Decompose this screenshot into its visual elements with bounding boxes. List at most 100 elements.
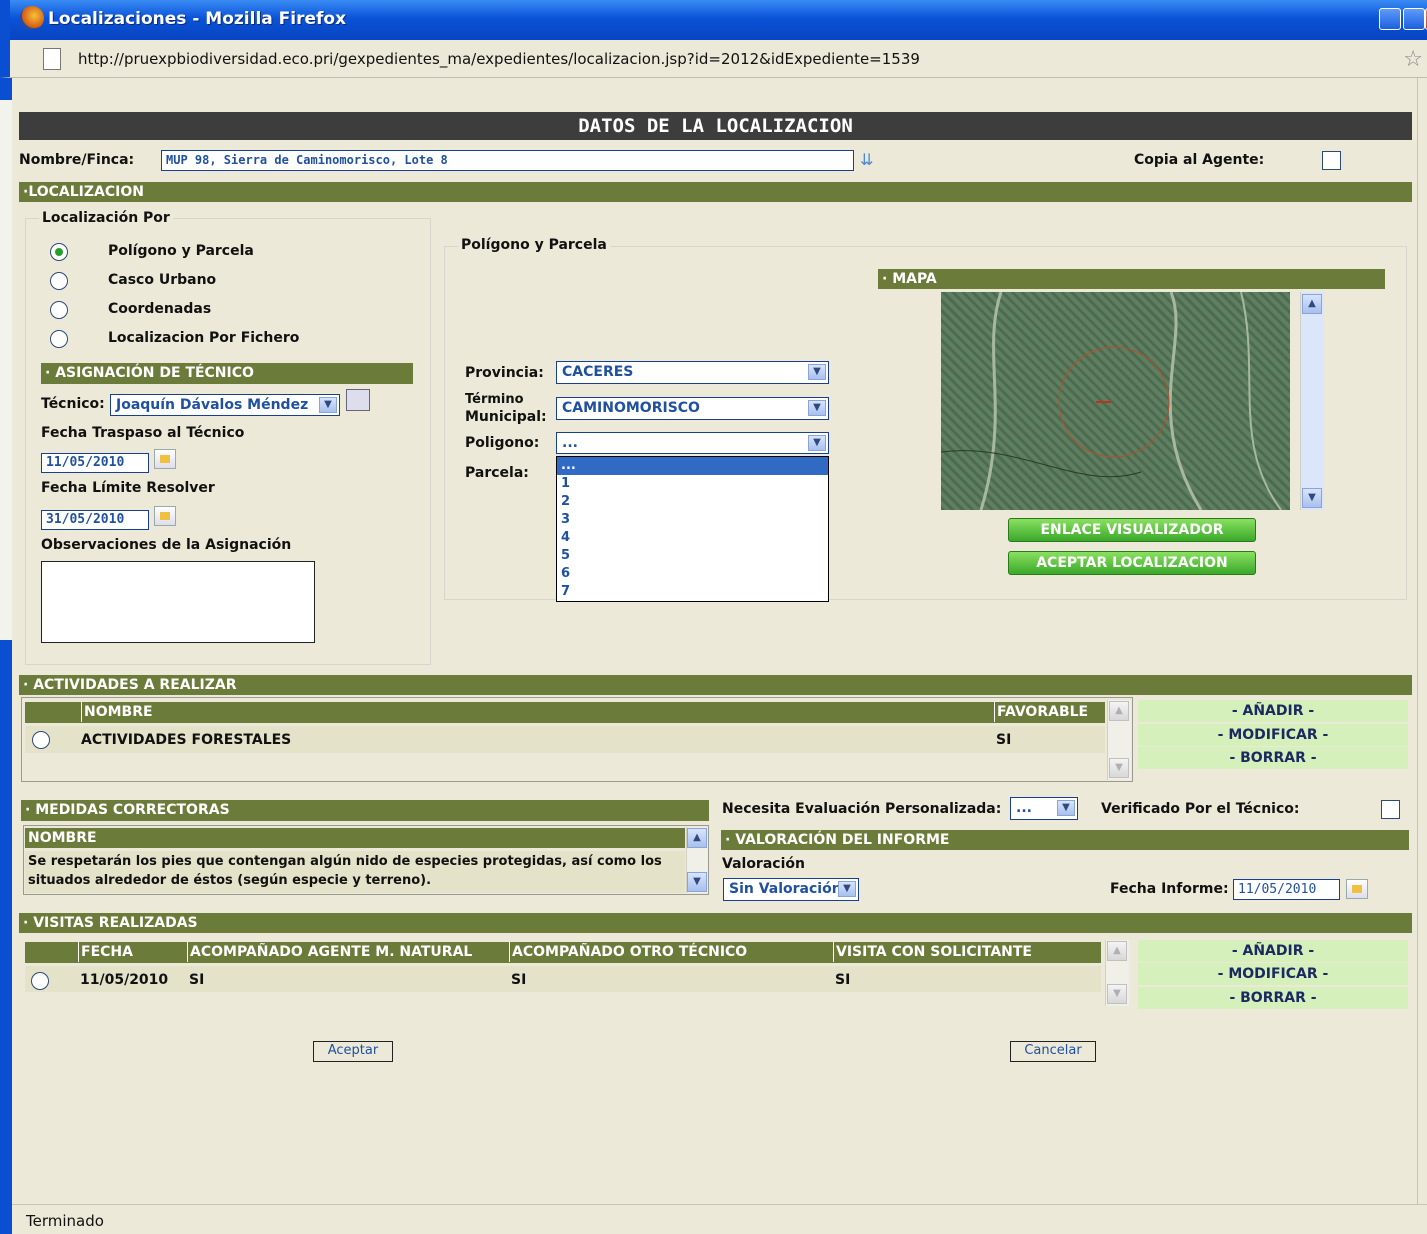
calendar-icon[interactable]: [154, 506, 176, 526]
address-bar[interactable]: http://pruexpbiodiversidad.eco.pri/gexpe…: [0, 40, 1427, 78]
chevron-down-icon[interactable]: ▼: [1302, 488, 1322, 508]
medidas-col-nombre: NOMBRE: [25, 828, 685, 848]
visita-fecha: 11/05/2010: [80, 972, 169, 988]
chevron-down-icon[interactable]: ▼: [687, 872, 707, 892]
medida-text-line2: situados alrededor de éstos (según espec…: [28, 873, 432, 888]
radio-poligono-parcela[interactable]: [50, 243, 68, 261]
actividades-add-button[interactable]: - AÑADIR -: [1138, 700, 1408, 722]
fecha-traspaso-input[interactable]: 11/05/2010: [41, 453, 149, 473]
dropdown-option[interactable]: 4: [557, 529, 828, 547]
dropdown-option[interactable]: 1: [557, 475, 828, 493]
termino-select[interactable]: CAMINOMORISCO ▼: [556, 397, 829, 420]
actividades-section-header: · ACTIVIDADES A REALIZAR: [19, 675, 1412, 695]
copia-agente-checkbox[interactable]: [1322, 151, 1341, 170]
status-bar: Terminado: [12, 1204, 1427, 1234]
aceptar-localizacion-button[interactable]: ACEPTAR LOCALIZACION: [1008, 551, 1256, 575]
evaluacion-label: Necesita Evaluación Personalizada:: [722, 801, 1002, 817]
evaluacion-value: ...: [1016, 800, 1032, 816]
mapa-section-header: · MAPA: [878, 269, 1385, 289]
actividad-favorable: SI: [996, 732, 1012, 748]
cancelar-button[interactable]: Cancelar: [1010, 1041, 1096, 1062]
dropdown-option[interactable]: 3: [557, 511, 828, 529]
page-title: DATOS DE LA LOCALIZACION: [19, 112, 1412, 140]
evaluacion-select[interactable]: ... ▼: [1010, 797, 1078, 820]
dropdown-option[interactable]: ...: [557, 457, 828, 475]
actividades-header-row: [25, 702, 1105, 723]
calendar-icon[interactable]: [1346, 879, 1368, 899]
actividades-delete-button[interactable]: - BORRAR -: [1138, 747, 1408, 769]
parcela-label: Parcela:: [465, 465, 529, 481]
dropdown-option[interactable]: 6: [557, 565, 828, 583]
chevron-down-icon: ▼: [319, 397, 337, 413]
chevron-up-icon[interactable]: ▲: [1109, 701, 1129, 721]
provincia-select[interactable]: CACERES ▼: [556, 361, 829, 384]
page-content: DATOS DE LA LOCALIZACION Nombre/Finca: M…: [12, 78, 1417, 1204]
visitas-modify-button[interactable]: - MODIFICAR -: [1138, 963, 1408, 985]
verificado-checkbox[interactable]: [1381, 800, 1400, 819]
chevron-down-icon: ▼: [838, 881, 856, 897]
url-text[interactable]: http://pruexpbiodiversidad.eco.pri/gexpe…: [78, 50, 920, 68]
minimize-button[interactable]: [1379, 8, 1401, 30]
poligono-select[interactable]: ... ▼: [556, 432, 829, 454]
row-radio[interactable]: [31, 972, 49, 990]
bookmark-star-icon[interactable]: ☆: [1403, 47, 1423, 72]
chevron-down-icon: ▼: [808, 364, 826, 380]
actividades-modify-button[interactable]: - MODIFICAR -: [1138, 724, 1408, 746]
termino-label-2: Municipal:: [465, 409, 547, 425]
search-person-icon[interactable]: [346, 389, 370, 411]
tecnico-label: Técnico:: [41, 396, 105, 412]
visitas-delete-button[interactable]: - BORRAR -: [1138, 987, 1408, 1009]
maximize-button[interactable]: [1403, 8, 1425, 30]
map-zoom-scrollbar[interactable]: [1300, 292, 1324, 510]
chevron-down-icon[interactable]: ▼: [1109, 758, 1129, 778]
finca-input[interactable]: MUP 98, Sierra de Caminomorisco, Lote 8: [161, 150, 854, 171]
map-image[interactable]: [941, 292, 1290, 510]
dropdown-option[interactable]: 7: [557, 583, 828, 601]
fecha-limite-label: Fecha Límite Resolver: [41, 480, 215, 496]
row-radio[interactable]: [32, 731, 50, 749]
dropdown-option[interactable]: 5: [557, 547, 828, 565]
status-text: Terminado: [26, 1212, 104, 1230]
col-fecha: FECHA: [78, 942, 133, 962]
aceptar-button[interactable]: Aceptar: [313, 1041, 393, 1062]
localizacion-section-header: ·LOCALIZACION: [19, 182, 1412, 202]
poligono-legend: Polígono y Parcela: [458, 237, 610, 253]
map-features-icon: [941, 292, 1282, 510]
tecnico-select[interactable]: Joaquín Dávalos Méndez ▼: [110, 394, 340, 416]
firefox-window: Localizaciones - Mozilla Firefox http://…: [0, 0, 1427, 1234]
col-otro-tecnico: ACOMPAÑADO OTRO TÉCNICO: [509, 942, 748, 962]
chevron-up-icon[interactable]: ▲: [687, 828, 707, 848]
enlace-visualizador-button[interactable]: ENLACE VISUALIZADOR: [1008, 518, 1256, 542]
radio-label-casco: Casco Urbano: [108, 272, 217, 288]
medidas-section-header: · MEDIDAS CORRECTORAS: [21, 800, 709, 821]
visitas-add-button[interactable]: - AÑADIR -: [1138, 940, 1408, 962]
table-row[interactable]: [25, 966, 1101, 992]
valoracion-select[interactable]: Sin Valoración ▼: [723, 878, 859, 901]
tecnico-value: Joaquín Dávalos Méndez: [116, 397, 309, 413]
fecha-limite-input[interactable]: 31/05/2010: [41, 510, 149, 530]
page-scrollbar[interactable]: [1417, 78, 1427, 1204]
chevron-down-icon: ▼: [1057, 800, 1075, 816]
poligono-dropdown-list[interactable]: ... 1 2 3 4 5 6 7: [556, 456, 829, 602]
radio-casco-urbano[interactable]: [50, 272, 68, 290]
provincia-label: Provincia:: [465, 365, 544, 381]
col-favorable: FAVORABLE: [994, 702, 1089, 722]
fecha-informe-input[interactable]: 11/05/2010: [1233, 879, 1340, 900]
provincia-value: CACERES: [562, 364, 634, 380]
actividad-nombre: ACTIVIDADES FORESTALES: [81, 732, 292, 748]
copia-agente-label: Copia al Agente:: [1134, 152, 1265, 168]
chevron-up-icon[interactable]: ▲: [1302, 294, 1322, 314]
chevron-up-icon[interactable]: ▲: [1107, 941, 1127, 961]
calendar-icon[interactable]: [154, 449, 176, 469]
dropdown-option[interactable]: 2: [557, 493, 828, 511]
observaciones-textarea[interactable]: [41, 561, 315, 643]
radio-coordenadas[interactable]: [50, 301, 68, 319]
chevron-down-icon[interactable]: ▼: [1107, 984, 1127, 1004]
radio-fichero[interactable]: [50, 330, 68, 348]
chevron-down-double-icon[interactable]: ⇊: [860, 150, 880, 172]
verificado-label: Verificado Por el Técnico:: [1101, 801, 1300, 817]
visita-tecnico: SI: [511, 972, 527, 988]
chevron-down-icon: ▼: [808, 435, 826, 451]
termino-value: CAMINOMORISCO: [562, 400, 700, 416]
col-agente: ACOMPAÑADO AGENTE M. NATURAL: [187, 942, 473, 962]
